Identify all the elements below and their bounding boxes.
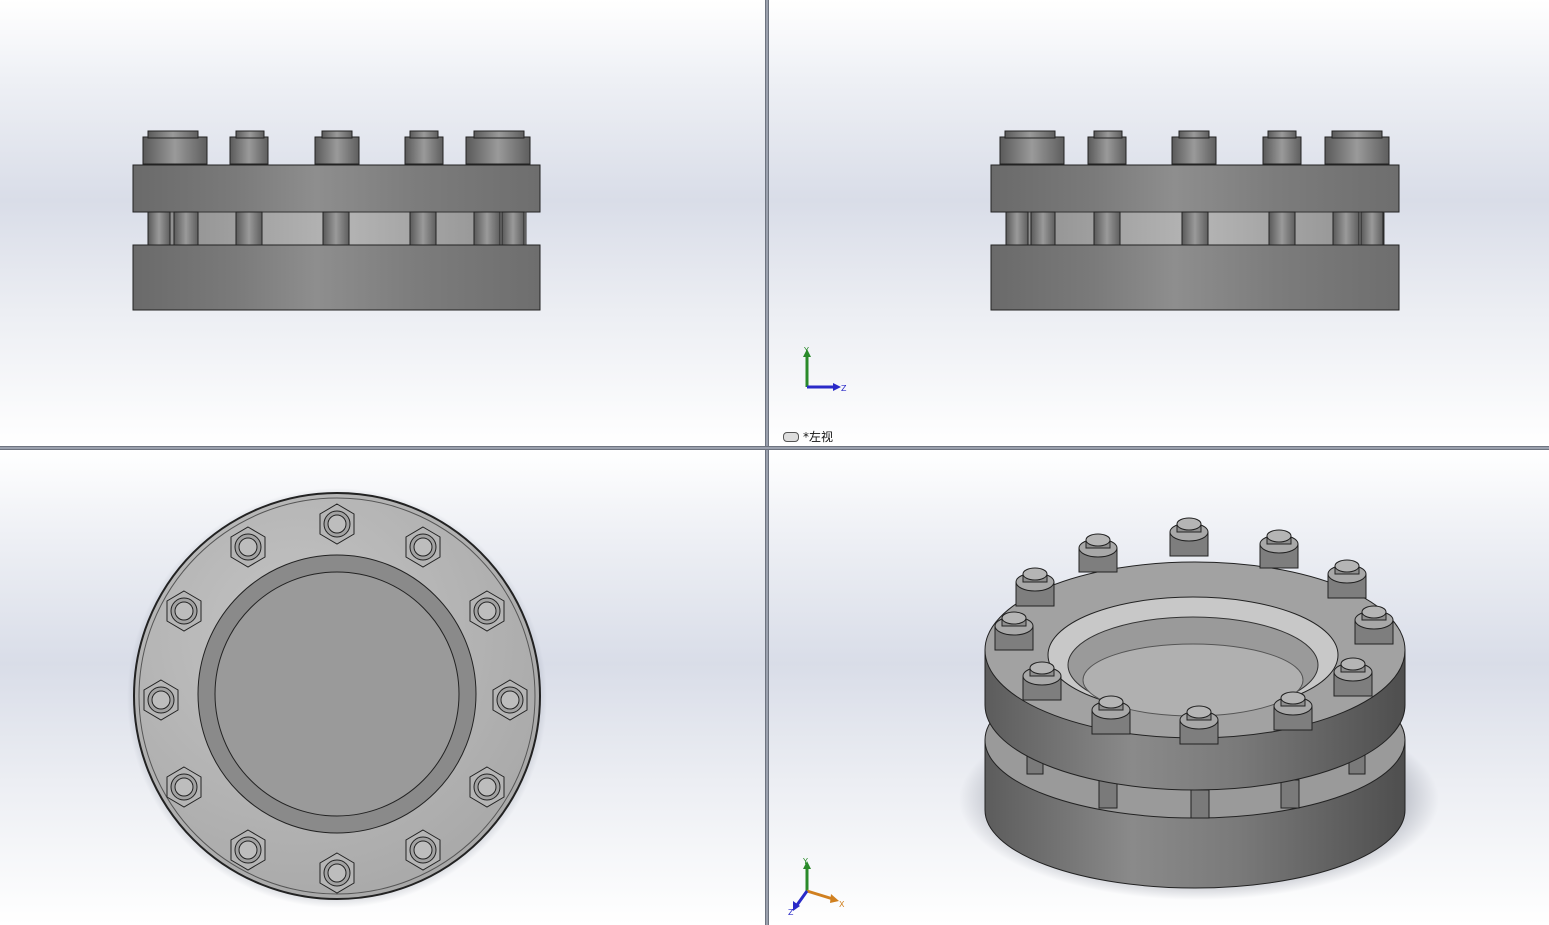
isometric-viewport[interactable]: Y X Z [769, 450, 1549, 925]
lower-flange-plate [990, 244, 1400, 311]
axis-triad-iso-icon: Y X Z [788, 857, 845, 917]
left-viewport[interactable]: Y Z *左视 [769, 0, 1549, 446]
flange-top-model[interactable] [0, 450, 765, 925]
front-viewport[interactable] [0, 0, 765, 446]
axis-z-label: Z [841, 384, 847, 393]
lower-flange-plate [132, 244, 541, 311]
flange-left-model[interactable] [769, 0, 1549, 446]
viewport-splitter-horizontal[interactable] [0, 446, 1549, 450]
axis-y-label: Y [803, 346, 809, 355]
link-view-icon[interactable] [783, 431, 799, 442]
upper-flange-plate [990, 164, 1400, 213]
flange-iso-model[interactable] [769, 450, 1549, 925]
sight-glass-face [214, 571, 460, 817]
axis-z-label: Z [788, 908, 794, 917]
bolt-nuts-top [999, 130, 1390, 165]
axis-x-label: X [839, 900, 845, 909]
view-name-label: *左视 [783, 428, 833, 445]
bolt-nuts-top [142, 130, 531, 165]
upper-flange-plate [132, 164, 541, 213]
axis-y-label: Y [802, 857, 808, 866]
viewport-splitter-vertical[interactable] [765, 0, 769, 925]
top-viewport[interactable] [0, 450, 765, 925]
flange-front-model[interactable] [0, 0, 765, 446]
axis-triad-icon: Y Z [803, 346, 847, 393]
view-name-text: *左视 [803, 430, 834, 444]
